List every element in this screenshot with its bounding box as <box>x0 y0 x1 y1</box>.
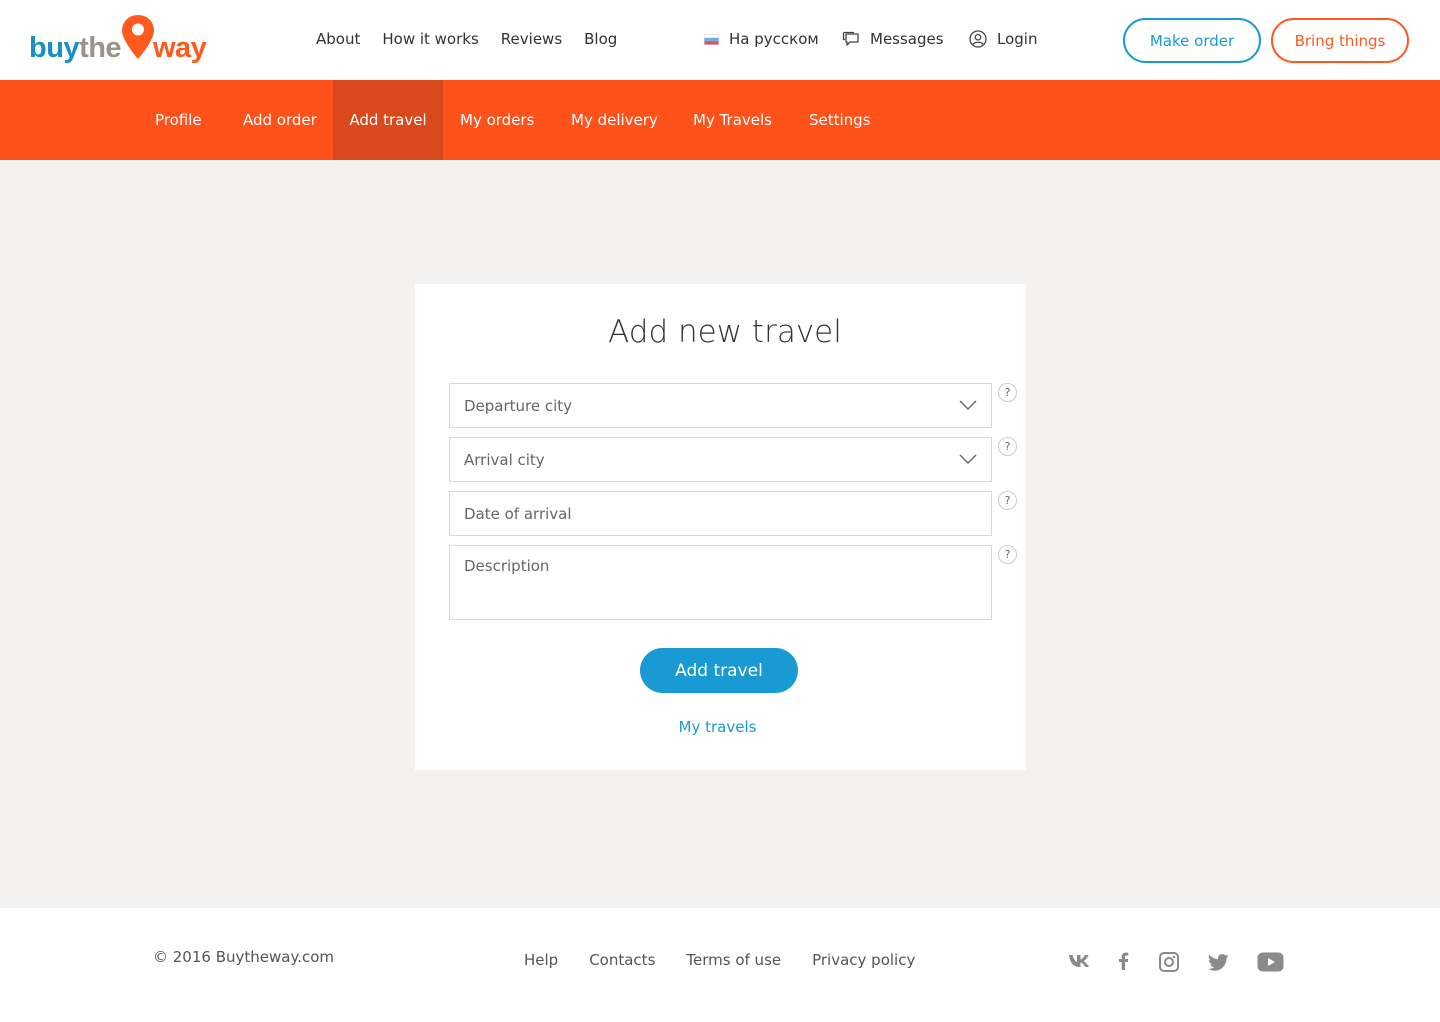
arrival-city-placeholder: Arrival city <box>464 450 545 469</box>
chevron-down-icon <box>959 400 977 410</box>
help-icon[interactable]: ? <box>998 491 1017 510</box>
page-title: Add new travel <box>608 314 842 350</box>
messages-label: Messages <box>870 30 944 48</box>
tab-my-orders[interactable]: My orders <box>460 80 534 160</box>
logo-text: buythe <box>29 32 122 64</box>
nav-reviews[interactable]: Reviews <box>501 28 562 50</box>
date-of-arrival-placeholder: Date of arrival <box>464 504 572 523</box>
footer-link-contacts[interactable]: Contacts <box>589 951 655 969</box>
account-nav: Profile Add order Add travel My orders M… <box>0 80 1440 160</box>
user-icon <box>969 30 987 48</box>
youtube-icon[interactable] <box>1257 952 1284 972</box>
description-textarea[interactable]: Description <box>449 545 992 620</box>
tab-my-travels[interactable]: My Travels <box>693 80 772 160</box>
my-travels-link[interactable]: My travels <box>415 718 1020 736</box>
departure-city-placeholder: Departure city <box>464 396 573 415</box>
russian-flag-icon <box>704 33 719 45</box>
add-travel-button[interactable]: Add travel <box>640 648 798 693</box>
date-of-arrival-input[interactable]: Date of arrival <box>449 491 992 536</box>
logo-text-way: way <box>153 32 207 64</box>
help-icon[interactable]: ? <box>998 383 1017 402</box>
nav-about[interactable]: About <box>316 28 360 50</box>
language-switch[interactable]: На русском <box>704 28 819 50</box>
vk-icon[interactable] <box>1068 954 1090 968</box>
messages-link[interactable]: Messages <box>842 28 944 50</box>
add-travel-card: Add new travel Departure city ? Arrival … <box>415 284 1026 770</box>
login-link[interactable]: Login <box>969 28 1037 50</box>
help-icon[interactable]: ? <box>998 437 1017 456</box>
facebook-icon[interactable] <box>1118 952 1129 970</box>
departure-city-select[interactable]: Departure city <box>449 383 992 428</box>
copyright-text: © 2016 Buytheway.com <box>153 948 335 966</box>
top-nav: About How it works Reviews Blog <box>316 28 639 50</box>
tab-add-travel[interactable]: Add travel <box>333 80 443 160</box>
make-order-button[interactable]: Make order <box>1123 18 1261 63</box>
arrival-city-select[interactable]: Arrival city <box>449 437 992 482</box>
language-label: На русском <box>729 30 819 48</box>
bring-things-button[interactable]: Bring things <box>1271 18 1409 63</box>
twitter-icon[interactable] <box>1208 954 1229 971</box>
footer-links: Help Contacts Terms of use Privacy polic… <box>524 951 946 969</box>
location-pin-icon <box>122 15 154 59</box>
instagram-icon[interactable] <box>1159 952 1179 972</box>
footer-link-terms[interactable]: Terms of use <box>686 951 781 969</box>
login-label: Login <box>997 30 1038 48</box>
footer-link-privacy[interactable]: Privacy policy <box>812 951 915 969</box>
chevron-down-icon <box>959 454 977 464</box>
chat-bubbles-icon <box>842 31 859 46</box>
tab-my-delivery[interactable]: My delivery <box>571 80 658 160</box>
footer-link-help[interactable]: Help <box>524 951 558 969</box>
nav-blog[interactable]: Blog <box>584 28 617 50</box>
buytheway-logo[interactable]: buythe way <box>29 14 219 66</box>
description-placeholder: Description <box>464 557 550 575</box>
tab-settings[interactable]: Settings <box>809 80 871 160</box>
nav-how-it-works[interactable]: How it works <box>382 28 478 50</box>
site-footer: © 2016 Buytheway.com Help Contacts Terms… <box>0 908 1440 1022</box>
tab-add-order[interactable]: Add order <box>243 80 317 160</box>
help-icon[interactable]: ? <box>998 545 1017 564</box>
tab-profile[interactable]: Profile <box>155 80 202 160</box>
site-header: buythe way About How it works Reviews Bl… <box>0 0 1440 80</box>
